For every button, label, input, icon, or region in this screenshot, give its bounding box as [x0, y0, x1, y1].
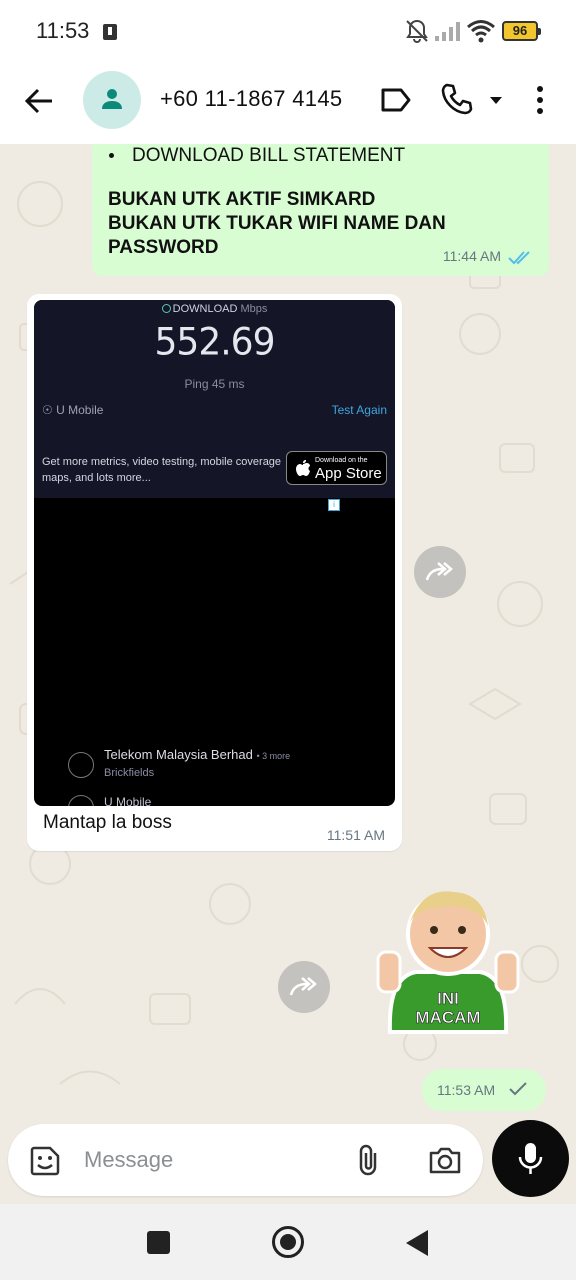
forward-icon — [425, 562, 453, 581]
isp-name: ☉ U Mobile — [42, 403, 104, 417]
sticker-text: MACAM — [415, 1008, 480, 1027]
camera-icon[interactable] — [428, 1145, 462, 1175]
message-caption: Mantap la boss — [43, 812, 172, 833]
speed-value: 552.69 — [154, 320, 276, 365]
avatar[interactable] — [83, 71, 141, 129]
provider-icon — [68, 795, 94, 806]
recents-button[interactable] — [147, 1231, 170, 1254]
chevron-down-icon[interactable] — [489, 95, 503, 105]
message-bubble-incoming[interactable]: DOWNLOAD Mbps 552.69 Ping 45 ms ☉ U Mobi… — [27, 294, 402, 851]
chat-header: +60 11-1867 4145 — [0, 62, 576, 144]
emoji-sticker-icon[interactable] — [28, 1144, 62, 1178]
speedtest-image[interactable]: DOWNLOAD Mbps 552.69 Ping 45 ms ☉ U Mobi… — [34, 300, 395, 806]
back-arrow-icon[interactable] — [22, 84, 56, 118]
message-time: 11:51 AM — [326, 827, 385, 843]
mic-icon — [518, 1143, 543, 1174]
app-store-badge: Download on the App Store — [286, 451, 387, 485]
speedtest-panel: DOWNLOAD Mbps 552.69 Ping 45 ms ☉ U Mobi… — [34, 300, 395, 498]
forward-icon — [289, 977, 317, 996]
globe-icon — [68, 752, 94, 778]
system-nav-bar — [0, 1204, 576, 1280]
promo-text: Get more metrics, video testing, mobile … — [42, 456, 282, 484]
message-time: 11:44 AM — [442, 248, 501, 264]
signal-icon — [435, 22, 460, 41]
sticker-image[interactable]: INI MACAM — [368, 882, 528, 1042]
server-location: Brickfields — [104, 767, 155, 779]
message-text: BUKAN UTK AKTIF SIMKARD BUKAN UTK TUKAR … — [108, 189, 446, 258]
home-button[interactable] — [272, 1226, 304, 1258]
battery-indicator: 96 — [502, 21, 541, 41]
message-time: 11:53 AM — [437, 1082, 496, 1098]
voice-record-button[interactable] — [492, 1120, 569, 1197]
ping-value: Ping 45 ms — [184, 377, 245, 391]
more-vert-icon[interactable] — [530, 84, 550, 116]
download-label: DOWNLOAD Mbps — [34, 303, 395, 315]
message-bullet: DOWNLOAD BILL STATEMENT — [109, 145, 405, 167]
sim-icon — [103, 24, 117, 40]
paperclip-icon[interactable] — [355, 1143, 381, 1177]
read-ticks-icon — [508, 251, 530, 265]
system-back-button[interactable] — [406, 1230, 428, 1256]
forward-button[interactable] — [278, 961, 330, 1013]
forward-button[interactable] — [414, 546, 466, 598]
provider-name: U Mobile — [104, 795, 152, 806]
ad-info-icon: i — [328, 499, 340, 511]
sticker-text: INI — [437, 989, 459, 1008]
status-time: 11:53 — [36, 18, 90, 43]
wifi-icon — [467, 20, 495, 43]
status-bar: 11:53 96 — [0, 0, 576, 62]
message-composer — [8, 1124, 483, 1196]
message-input[interactable] — [84, 1144, 334, 1176]
label-icon[interactable] — [380, 86, 412, 114]
server-name: Telekom Malaysia Berhad • 3 more — [104, 747, 291, 762]
phone-icon[interactable] — [440, 82, 474, 116]
message-bubble-outgoing[interactable]: DOWNLOAD BILL STATEMENT BUKAN UTK AKTIF … — [92, 144, 549, 276]
message-bubble-outgoing[interactable]: 11:53 AM — [422, 1069, 546, 1111]
notifications-off-icon — [406, 19, 428, 43]
sent-tick-icon — [509, 1082, 527, 1096]
person-icon — [102, 89, 122, 109]
apple-icon — [296, 460, 310, 476]
chat-area[interactable]: DOWNLOAD BILL STATEMENT BUKAN UTK AKTIF … — [0, 144, 576, 1120]
test-again-link: Test Again — [331, 403, 387, 417]
contact-name[interactable]: +60 11-1867 4145 — [160, 86, 342, 112]
